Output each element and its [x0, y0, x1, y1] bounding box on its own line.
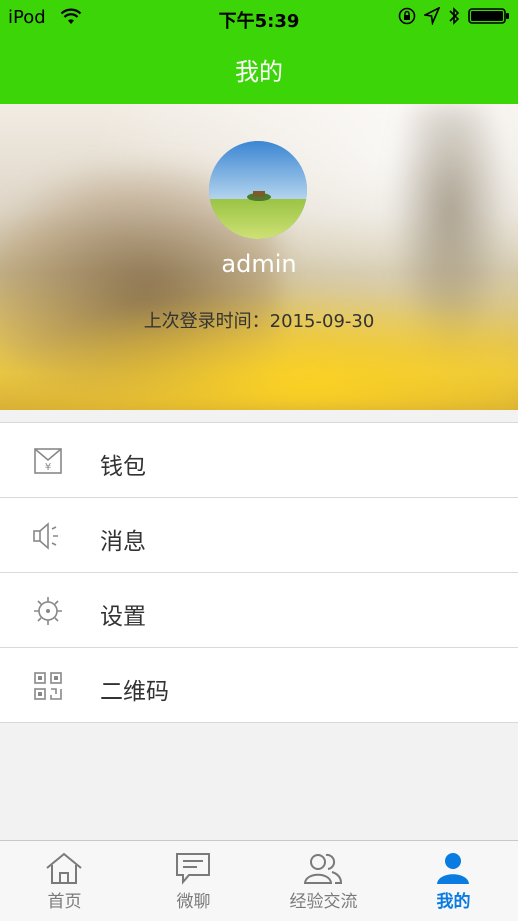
tab-bar: 首页 微聊 经验交流 我的 — [0, 840, 518, 921]
tab-label: 微聊 — [176, 892, 211, 912]
menu-item-label: 钱包 — [100, 454, 146, 480]
menu-item-label: 二维码 — [100, 679, 169, 705]
menu-item-settings[interactable]: 设置 — [0, 573, 518, 648]
tab-label: 我的 — [436, 892, 471, 912]
username: admin — [221, 250, 297, 278]
profile-header: admin 上次登录时间：2015-09-30 — [0, 104, 518, 410]
tab-label: 经验交流 — [289, 892, 358, 912]
menu-item-label: 设置 — [100, 604, 146, 630]
tab-home[interactable]: 首页 — [0, 841, 129, 921]
speaker-icon — [32, 520, 64, 552]
last-login-text: 上次登录时间：2015-09-30 — [143, 311, 375, 332]
avatar[interactable] — [209, 141, 307, 239]
battery-icon — [468, 7, 510, 30]
menu-item-messages[interactable]: 消息 — [0, 498, 518, 573]
location-icon — [422, 6, 441, 30]
orientation-lock-icon — [398, 7, 416, 30]
chat-icon — [173, 851, 213, 885]
page-title: 我的 — [235, 58, 283, 86]
tab-mine[interactable]: 我的 — [389, 841, 518, 921]
tab-experience-exchange[interactable]: 经验交流 — [259, 841, 388, 921]
home-icon — [44, 851, 84, 885]
status-bar: iPod 下午5:39 — [0, 0, 518, 36]
tab-chat[interactable]: 微聊 — [129, 841, 258, 921]
menu-item-label: 消息 — [100, 529, 146, 555]
settings-icon — [32, 595, 64, 627]
menu-item-wallet[interactable]: ¥ 钱包 — [0, 423, 518, 498]
header: iPod 下午5:39 我的 — [0, 0, 518, 104]
bluetooth-icon — [448, 6, 460, 31]
svg-text:¥: ¥ — [45, 462, 51, 473]
wallet-icon: ¥ — [32, 445, 64, 477]
menu-list: ¥ 钱包 消息 设置 二维码 — [0, 422, 518, 723]
tab-label: 首页 — [47, 892, 82, 912]
users-icon — [303, 851, 343, 885]
person-icon — [433, 851, 473, 885]
qr-code-icon — [32, 670, 64, 702]
menu-item-qr-code[interactable]: 二维码 — [0, 648, 518, 723]
